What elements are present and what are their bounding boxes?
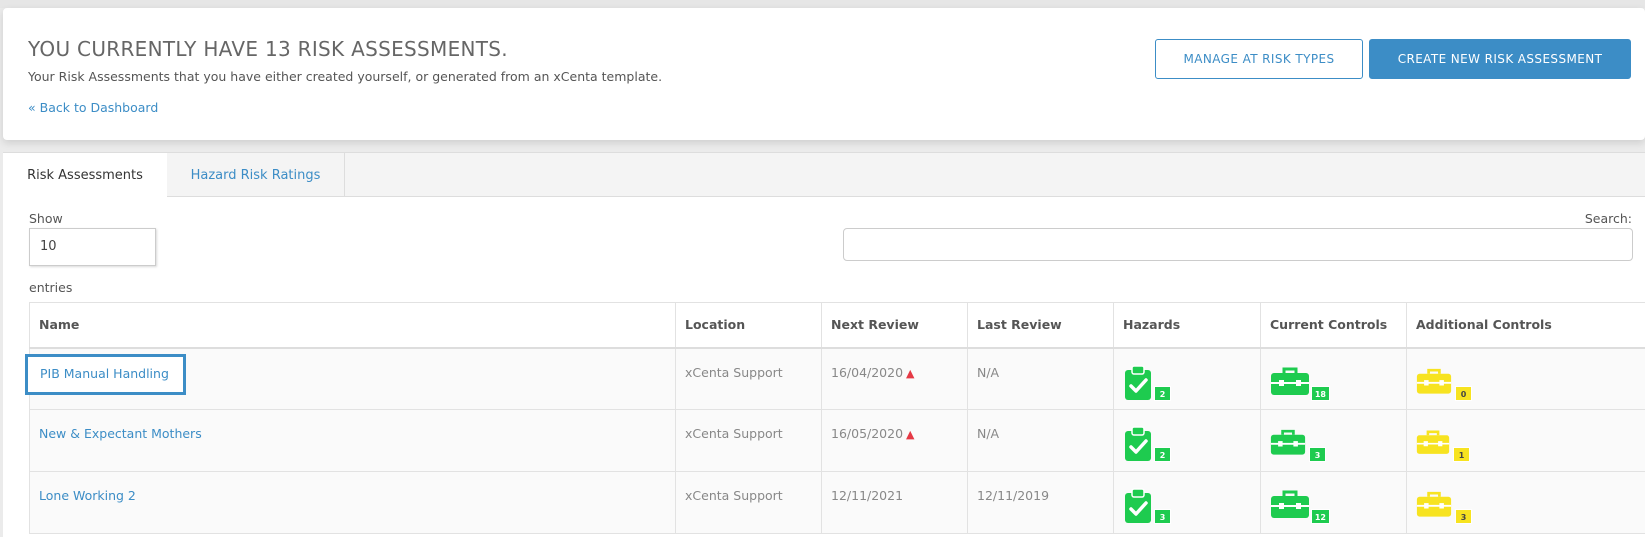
cell-hazards: 2 [1113, 409, 1261, 472]
column-header-additional-controls[interactable]: Additional Controls [1406, 302, 1645, 349]
cell-last-review: N/A [967, 409, 1114, 472]
cell-next-review: 16/05/2020 ▲ [821, 409, 968, 472]
table-row: PIB Manual Handling xCenta Support 16/04… [25, 347, 1645, 410]
column-header-hazards[interactable]: Hazards [1113, 302, 1261, 349]
entries-label: entries [29, 280, 73, 295]
risk-assessment-link[interactable]: New & Expectant Mothers [39, 426, 202, 441]
back-to-dashboard-link[interactable]: « Back to Dashboard [28, 100, 158, 115]
tab-risk-assessments[interactable]: Risk Assessments [3, 153, 167, 198]
additional-controls-button[interactable]: 0 [1416, 365, 1472, 401]
page-subtitle: Your Risk Assessments that you have eith… [28, 69, 663, 84]
cell-next-review: 12/11/2021 [821, 471, 968, 534]
cell-last-review: 12/11/2019 [967, 471, 1114, 534]
additional-controls-count-badge: 0 [1455, 385, 1472, 401]
cell-additional-controls: 3 [1406, 471, 1645, 534]
additional-controls-button[interactable]: 3 [1416, 488, 1472, 524]
current-controls-button[interactable]: 18 [1270, 365, 1330, 401]
cell-current-controls: 12 [1260, 471, 1407, 534]
table-header-row: Name Location Next Review Last Review Ha… [29, 302, 1645, 349]
create-risk-assessment-button[interactable]: CREATE NEW RISK ASSESSMENT [1369, 39, 1631, 79]
additional-controls-count-badge: 1 [1453, 447, 1470, 462]
search-input[interactable] [843, 228, 1633, 261]
hazards-button[interactable]: 2 [1123, 426, 1171, 462]
toolbox-icon [1271, 367, 1309, 395]
additional-controls-button[interactable]: 1 [1416, 426, 1470, 462]
current-controls-count-badge: 18 [1310, 385, 1330, 401]
hazards-count-badge: 2 [1154, 385, 1171, 401]
toolbox-icon [1271, 490, 1309, 518]
toolbox-icon [1416, 368, 1452, 394]
cell-hazards: 2 [1113, 347, 1261, 410]
current-controls-button[interactable]: 3 [1270, 426, 1326, 462]
next-review-date: 12/11/2021 [831, 488, 904, 503]
warning-triangle-icon: ▲ [906, 428, 915, 441]
clipboard-check-icon [1125, 364, 1151, 400]
hazards-button[interactable]: 3 [1123, 488, 1171, 524]
hazards-count-badge: 2 [1154, 447, 1171, 462]
cell-last-review: N/A [967, 347, 1114, 410]
column-header-next-review[interactable]: Next Review [821, 302, 968, 349]
tab-hazard-risk-ratings[interactable]: Hazard Risk Ratings [167, 153, 345, 197]
cell-hazards: 3 [1113, 471, 1261, 534]
current-controls-count-badge: 3 [1309, 447, 1326, 462]
risk-assessments-panel: Risk Assessments Hazard Risk Ratings Sho… [3, 152, 1645, 537]
cell-current-controls: 18 [1260, 347, 1407, 410]
current-controls-count-badge: 12 [1310, 509, 1330, 524]
current-controls-button[interactable]: 12 [1270, 488, 1330, 524]
column-header-location[interactable]: Location [675, 302, 822, 349]
manage-at-risk-types-button[interactable]: MANAGE AT RISK TYPES [1155, 39, 1363, 79]
hazards-count-badge: 3 [1154, 509, 1171, 524]
column-header-current-controls[interactable]: Current Controls [1260, 302, 1407, 349]
focused-link-outline: PIB Manual Handling [25, 353, 186, 395]
cell-additional-controls: 1 [1406, 409, 1645, 472]
cell-current-controls: 3 [1260, 409, 1407, 472]
next-review-date: 16/04/2020 [831, 364, 904, 380]
tab-bar: Risk Assessments Hazard Risk Ratings [3, 153, 1645, 198]
cell-location: xCenta Support [675, 471, 822, 534]
table-row: Lone Working 2 xCenta Support 12/11/2021… [29, 471, 1645, 534]
toolbox-icon [1270, 429, 1306, 455]
cell-name: PIB Manual Handling [25, 347, 676, 410]
column-header-last-review[interactable]: Last Review [967, 302, 1114, 349]
next-review-date: 16/05/2020 [831, 426, 904, 441]
cell-additional-controls: 0 [1406, 347, 1645, 410]
cell-location: xCenta Support [675, 409, 822, 472]
additional-controls-count-badge: 3 [1455, 509, 1472, 524]
toolbox-icon [1416, 491, 1452, 517]
hazards-button[interactable]: 2 [1123, 364, 1171, 401]
show-label: Show [29, 211, 63, 226]
search-label: Search: [1584, 211, 1632, 226]
warning-triangle-icon: ▲ [906, 366, 915, 380]
cell-name: New & Expectant Mothers [29, 409, 676, 472]
column-header-name[interactable]: Name [29, 302, 676, 349]
top-strip [0, 0, 1645, 8]
cell-name: Lone Working 2 [29, 471, 676, 534]
toolbox-icon [1416, 430, 1450, 454]
risk-assessment-link[interactable]: Lone Working 2 [39, 488, 136, 503]
risk-assessments-table: Name Location Next Review Last Review Ha… [25, 302, 1645, 534]
page-length-select[interactable]: 10 [29, 228, 156, 266]
table-row: New & Expectant Mothers xCenta Support 1… [29, 409, 1645, 472]
cell-location: xCenta Support [675, 347, 822, 410]
page-header-card: YOU CURRENTLY HAVE 13 RISK ASSESSMENTS. … [3, 8, 1645, 140]
risk-assessment-link[interactable]: PIB Manual Handling [40, 366, 169, 381]
clipboard-check-icon [1125, 426, 1151, 461]
clipboard-check-icon [1125, 488, 1151, 523]
page-title: YOU CURRENTLY HAVE 13 RISK ASSESSMENTS. [28, 37, 508, 61]
cell-next-review: 16/04/2020 ▲ [821, 347, 968, 410]
